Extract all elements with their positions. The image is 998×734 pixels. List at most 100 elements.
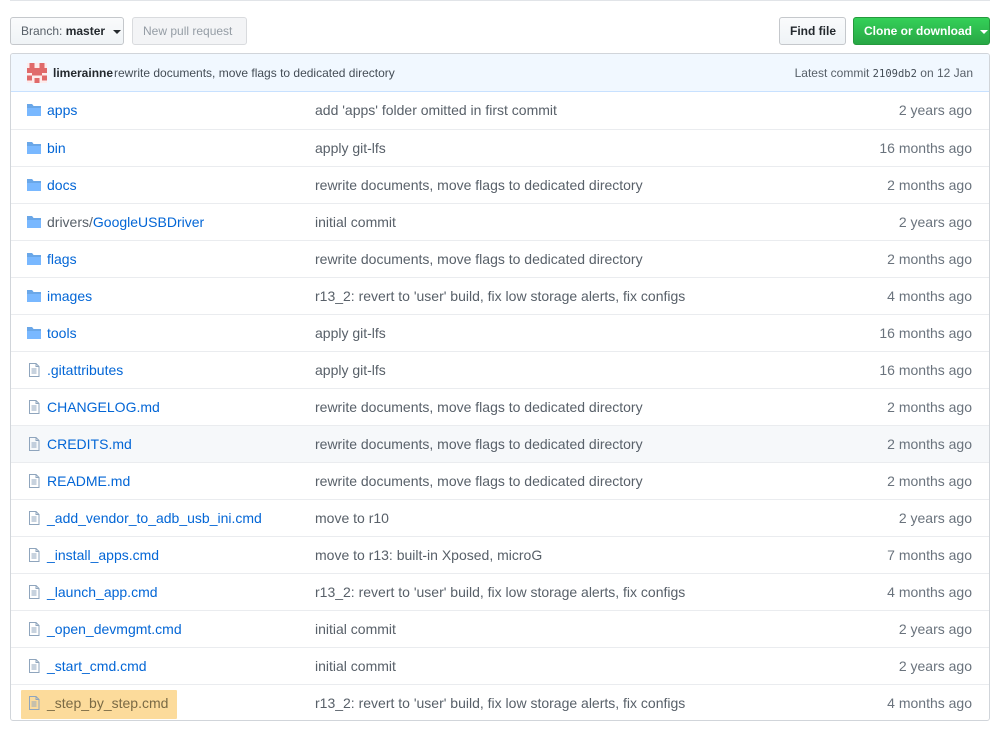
branch-select-button[interactable]: Branch: master: [10, 17, 124, 45]
folder-icon: [27, 290, 41, 302]
commit-message-link[interactable]: initial commit: [315, 204, 396, 240]
file-name-link[interactable]: flags: [47, 241, 77, 277]
commit-message-link[interactable]: rewrite documents, move flags to dedicat…: [315, 426, 643, 462]
file-icon: [29, 585, 40, 599]
latest-commit-label: Latest commit: [794, 66, 870, 80]
file-name: CHANGELOG.md: [47, 399, 160, 415]
clone-or-download-button[interactable]: Clone or download: [853, 17, 990, 45]
file-name-link[interactable]: CHANGELOG.md: [47, 389, 160, 425]
file-name-link[interactable]: _open_devmgmt.cmd: [47, 611, 182, 647]
table-row[interactable]: README.md rewrite documents, move flags t…: [11, 462, 989, 499]
table-row[interactable]: .gitattributes apply git-lfs 16 months ago: [11, 351, 989, 388]
file-name-link[interactable]: .gitattributes: [47, 352, 123, 388]
file-name-link[interactable]: _start_cmd.cmd: [47, 648, 147, 684]
file-name-link[interactable]: docs: [47, 167, 77, 203]
file-name: CREDITS.md: [47, 436, 132, 452]
commit-message-link[interactable]: r13_2: revert to 'user' build, fix low s…: [315, 574, 685, 610]
table-row[interactable]: _install_apps.cmd move to r13: built-in X…: [11, 536, 989, 573]
file-name-link[interactable]: _add_vendor_to_adb_usb_ini.cmd: [47, 500, 262, 536]
folder-icon: [27, 104, 41, 116]
commit-message-link[interactable]: apply git-lfs: [315, 130, 386, 166]
table-row[interactable]: flags rewrite documents, move flags to de…: [11, 240, 989, 277]
table-row[interactable]: _open_devmgmt.cmd initial commit 2 years a…: [11, 610, 989, 647]
chevron-down-icon: [113, 29, 122, 34]
file-name: apps: [47, 102, 78, 118]
commit-age: 16 months ago: [879, 362, 972, 378]
file-name-link[interactable]: bin: [47, 130, 66, 166]
file-name-link[interactable]: _step_by_step.cmd: [47, 685, 168, 720]
folder-icon: [27, 179, 41, 191]
file-name-link[interactable]: apps: [47, 92, 77, 128]
file-name: docs: [47, 177, 77, 193]
table-row[interactable]: images r13_2: revert to 'user' build, fix…: [11, 277, 989, 314]
branch-prefix: Branch:: [21, 24, 63, 38]
file-icon: [29, 622, 40, 636]
commit-message-link[interactable]: move to r13: built-in Xposed, microG: [315, 537, 542, 573]
file-name: bin: [47, 140, 66, 156]
file-name-link[interactable]: drivers/GoogleUSBDriver: [47, 204, 204, 240]
commit-age: 4 months ago: [887, 584, 972, 600]
file-name-link[interactable]: README.md: [47, 463, 130, 499]
file-name: README.md: [47, 473, 131, 489]
commit-message-link[interactable]: rewrite documents, move flags to dedicat…: [315, 463, 643, 499]
commit-message-link[interactable]: rewrite documents, move flags to dedicat…: [315, 167, 643, 203]
table-row[interactable]: CREDITS.md rewrite documents, move flags …: [11, 425, 989, 462]
table-row[interactable]: _launch_app.cmd r13_2: revert to 'user' b…: [11, 573, 989, 610]
commit-message-link[interactable]: r13_2: revert to 'user' build, fix low s…: [315, 278, 685, 314]
commit-age: 4 months ago: [887, 288, 972, 304]
commit-author[interactable]: limerainne: [53, 54, 113, 92]
commit-message-link[interactable]: move to r10: [315, 500, 389, 536]
latest-commit-bar: limerainne rewrite documents, move flags…: [11, 54, 989, 92]
commit-message-link[interactable]: apply git-lfs: [315, 315, 386, 351]
table-row[interactable]: apps add 'apps' folder omitted in first c…: [11, 92, 989, 129]
file-name: flags: [47, 251, 77, 267]
file-icon: [29, 659, 40, 673]
file-navigation-toolbar: Branch: master New pull request Find fil…: [10, 17, 990, 45]
file-name: images: [47, 288, 93, 304]
file-rows: apps add 'apps' folder omitted in first c…: [11, 92, 989, 720]
table-row[interactable]: docs rewrite documents, move flags to ded…: [11, 166, 989, 203]
folder-icon: [27, 216, 41, 228]
file-name-link[interactable]: _launch_app.cmd: [47, 574, 158, 610]
file-icon: [29, 437, 40, 451]
commit-age: 2 years ago: [898, 214, 972, 230]
commit-message-link[interactable]: initial commit: [315, 648, 396, 684]
file-name-link[interactable]: images: [47, 278, 92, 314]
find-file-button[interactable]: Find file: [779, 17, 846, 45]
commit-age: 2 months ago: [887, 177, 972, 193]
commit-age: 4 months ago: [887, 695, 972, 711]
file-name-link[interactable]: _install_apps.cmd: [47, 537, 159, 573]
commit-age: 2 months ago: [887, 251, 972, 267]
commit-message-link[interactable]: r13_2: revert to 'user' build, fix low s…: [315, 685, 685, 720]
file-name-link[interactable]: tools: [47, 315, 77, 351]
file-icon: [29, 400, 40, 414]
commit-age: 2 years ago: [898, 102, 972, 118]
table-row[interactable]: _add_vendor_to_adb_usb_ini.cmd move to r1…: [11, 499, 989, 536]
commit-message-link[interactable]: initial commit: [315, 611, 396, 647]
commit-message-link[interactable]: rewrite documents, move flags to dedicat…: [315, 389, 643, 425]
file-name: _start_cmd.cmd: [47, 658, 147, 674]
file-icon: [29, 696, 40, 710]
file-name: _add_vendor_to_adb_usb_ini.cmd: [47, 510, 262, 526]
table-row[interactable]: _start_cmd.cmd initial commit 2 years ago: [11, 647, 989, 684]
branch-name: master: [65, 24, 106, 38]
file-name: GoogleUSBDriver: [92, 214, 205, 230]
folder-icon: [27, 253, 41, 265]
commit-age: 16 months ago: [879, 140, 972, 156]
commit-message-link[interactable]: rewrite documents, move flags to dedicat…: [315, 241, 643, 277]
commit-message[interactable]: rewrite documents, move flags to dedicat…: [114, 54, 395, 92]
table-row[interactable]: _step_by_step.cmd r13_2: revert to 'user'…: [11, 684, 989, 720]
commit-age: 2 years ago: [898, 621, 972, 637]
file-icon: [29, 548, 40, 562]
commit-sha[interactable]: 2109db2: [873, 68, 917, 80]
file-name-link[interactable]: CREDITS.md: [47, 426, 132, 462]
table-row[interactable]: tools apply git-lfs 16 months ago: [11, 314, 989, 351]
commit-message-link[interactable]: apply git-lfs: [315, 352, 386, 388]
new-pull-request-button[interactable]: New pull request: [132, 17, 247, 45]
commit-age: 2 months ago: [887, 436, 972, 452]
commit-message-link[interactable]: add 'apps' folder omitted in first commi…: [315, 92, 557, 128]
table-row[interactable]: drivers/GoogleUSBDriver initial commit 2 y…: [11, 203, 989, 240]
table-row[interactable]: bin apply git-lfs 16 months ago: [11, 129, 989, 166]
table-row[interactable]: CHANGELOG.md rewrite documents, move flag…: [11, 388, 989, 425]
avatar[interactable]: [27, 63, 47, 83]
